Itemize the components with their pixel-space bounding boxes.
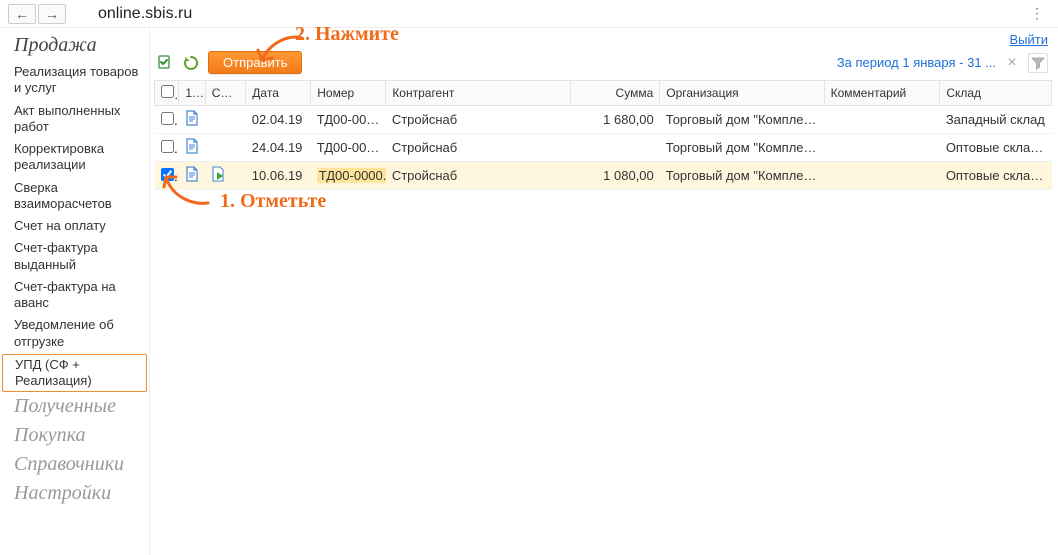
- row-org: Торговый дом "Комплексны...: [660, 134, 824, 162]
- address-bar: ← → online.sbis.ru ⋮: [0, 0, 1058, 28]
- row-comment: [824, 134, 940, 162]
- sidebar-section-title: Продажа: [0, 32, 149, 61]
- col-warehouse[interactable]: Склад: [940, 81, 1052, 106]
- logout-link[interactable]: Выйти: [1010, 32, 1049, 47]
- row-org: Торговый дом "Комплексны...: [660, 162, 824, 190]
- sidebar-item-sverka[interactable]: Сверка взаиморасчетов: [0, 177, 149, 216]
- row-comment: [824, 162, 940, 190]
- sidebar-section-dictionaries[interactable]: Справочники: [0, 451, 149, 480]
- row-warehouse: Оптовые склады: [940, 162, 1052, 190]
- select-all-icon[interactable]: [156, 54, 174, 72]
- forward-button[interactable]: →: [38, 4, 66, 24]
- table-row[interactable]: 02.04.19ТД00-0000...Стройснаб1 680,00Тор…: [155, 106, 1052, 134]
- row-1c-icon: [179, 106, 205, 134]
- row-number: ТД00-0000...: [311, 162, 386, 190]
- row-warehouse: Оптовые склады: [940, 134, 1052, 162]
- sidebar-section-received[interactable]: Полученные: [0, 393, 149, 422]
- col-sum[interactable]: Сумма: [570, 81, 659, 106]
- col-contragent[interactable]: Контрагент: [386, 81, 571, 106]
- row-sum: [570, 134, 659, 162]
- row-checkbox-cell[interactable]: [155, 162, 179, 190]
- send-button[interactable]: Отправить: [208, 51, 302, 74]
- more-menu-icon[interactable]: ⋮: [1024, 5, 1050, 22]
- documents-table: 1С СБИС Дата Номер Контрагент Сумма Орга…: [154, 80, 1052, 190]
- col-1c[interactable]: 1С: [179, 81, 205, 106]
- sidebar-item-uvedomlenie[interactable]: Уведомление об отгрузке: [0, 314, 149, 353]
- row-sum: 1 080,00: [570, 162, 659, 190]
- row-comment: [824, 106, 940, 134]
- row-1c-icon: [179, 134, 205, 162]
- row-number: ТД00-0000...: [311, 106, 386, 134]
- row-org: Торговый дом "Комплексны...: [660, 106, 824, 134]
- row-warehouse: Западный склад: [940, 106, 1052, 134]
- sidebar-item-sf-vydannyy[interactable]: Счет-фактура выданный: [0, 237, 149, 276]
- sidebar: Продажа Реализация товаров и услуг Акт в…: [0, 28, 150, 555]
- row-contragent: Стройснаб: [386, 134, 571, 162]
- table-row[interactable]: 24.04.19ТД00-0000...Стройснаб Торговый до…: [155, 134, 1052, 162]
- col-org[interactable]: Организация: [660, 81, 824, 106]
- row-checkbox[interactable]: [161, 112, 174, 125]
- col-sbis[interactable]: СБИС: [205, 81, 246, 106]
- row-date: 10.06.19: [246, 162, 311, 190]
- row-checkbox[interactable]: [161, 168, 174, 181]
- sidebar-section-purchase[interactable]: Покупка: [0, 422, 149, 451]
- row-number: ТД00-0000...: [311, 134, 386, 162]
- main-area: Выйти Отправить За период 1 января - 31 …: [150, 28, 1058, 555]
- row-checkbox-cell[interactable]: [155, 106, 179, 134]
- sidebar-item-akt[interactable]: Акт выполненных работ: [0, 100, 149, 139]
- page-url: online.sbis.ru: [98, 5, 1024, 23]
- row-date: 24.04.19: [246, 134, 311, 162]
- row-1c-icon: [179, 162, 205, 190]
- row-date: 02.04.19: [246, 106, 311, 134]
- row-contragent: Стройснаб: [386, 162, 571, 190]
- filter-icon[interactable]: [1028, 53, 1048, 73]
- period-clear-icon[interactable]: ×: [1004, 54, 1020, 72]
- header-checkbox[interactable]: [161, 85, 174, 98]
- row-checkbox-cell[interactable]: [155, 134, 179, 162]
- sidebar-item-schet-oplata[interactable]: Счет на оплату: [0, 215, 149, 237]
- row-sbis-icon: [205, 134, 246, 162]
- period-label[interactable]: За период 1 января - 31 ...: [837, 55, 996, 70]
- annotation-step1: 1. Отметьте: [220, 190, 326, 213]
- sidebar-item-realizatsiya[interactable]: Реализация товаров и услуг: [0, 61, 149, 100]
- col-num[interactable]: Номер: [311, 81, 386, 106]
- row-sbis-icon: [205, 162, 246, 190]
- col-date[interactable]: Дата: [246, 81, 311, 106]
- table-row[interactable]: 10.06.19ТД00-0000...Стройснаб1 080,00Тор…: [155, 162, 1052, 190]
- col-comment[interactable]: Комментарий: [824, 81, 940, 106]
- back-button[interactable]: ←: [8, 4, 36, 24]
- col-checkbox[interactable]: [155, 81, 179, 106]
- toolbar: Отправить За период 1 января - 31 ... ×: [150, 47, 1058, 80]
- row-contragent: Стройснаб: [386, 106, 571, 134]
- row-sbis-icon: [205, 106, 246, 134]
- sidebar-section-settings[interactable]: Настройки: [0, 480, 149, 509]
- refresh-icon[interactable]: [182, 54, 200, 72]
- sidebar-item-sf-avans[interactable]: Счет-фактура на аванс: [0, 276, 149, 315]
- row-checkbox[interactable]: [161, 140, 174, 153]
- row-sum: 1 680,00: [570, 106, 659, 134]
- sidebar-item-upd[interactable]: УПД (СФ + Реализация): [2, 354, 147, 393]
- sidebar-item-korrektirovka[interactable]: Корректировка реализации: [0, 138, 149, 177]
